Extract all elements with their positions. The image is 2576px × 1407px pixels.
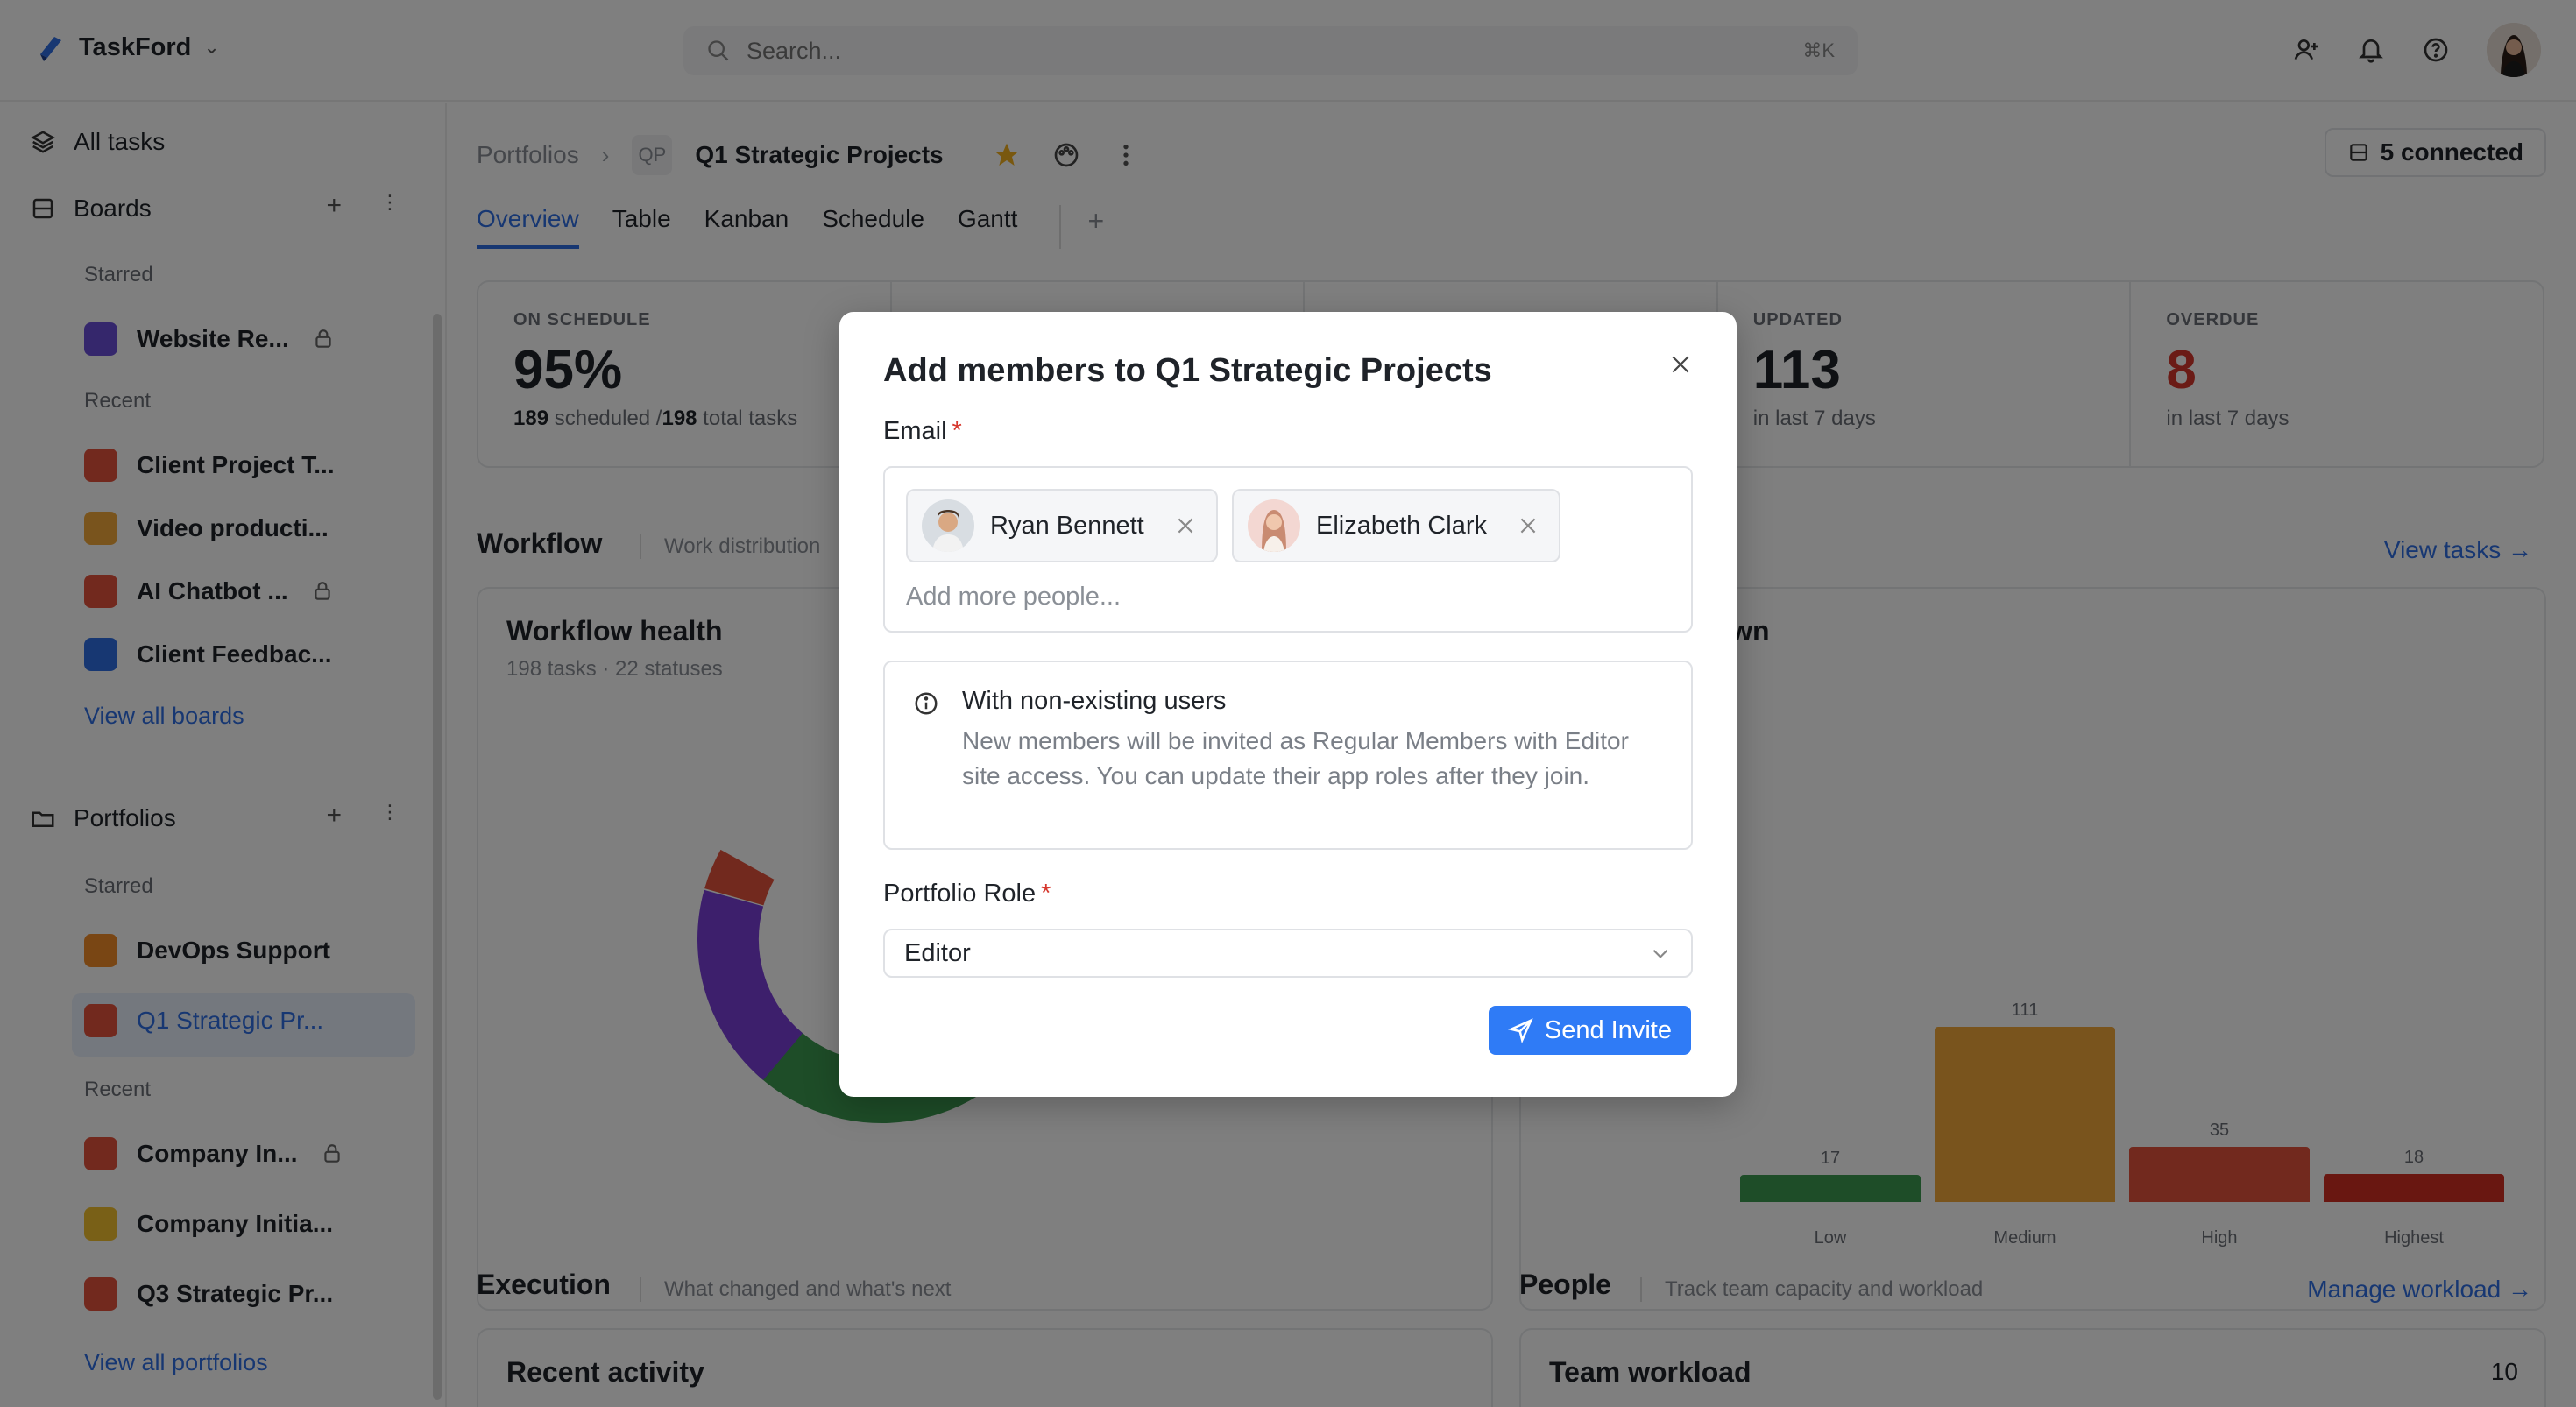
add-people-input[interactable] [906, 576, 1660, 617]
chevron-down-icon [1652, 949, 1668, 958]
chip-name: Ryan Bennett [990, 511, 1144, 540]
member-chip: Ryan Bennett [906, 489, 1218, 562]
info-title: With non-existing users [962, 687, 1227, 715]
selected-role: Editor [904, 938, 971, 967]
send-invite-button[interactable]: Send Invite [1488, 1006, 1691, 1055]
portfolio-role-select[interactable]: Editor [883, 929, 1693, 978]
avatar [1248, 499, 1300, 552]
portfolio-role-label: Portfolio Role * [883, 880, 1051, 908]
info-icon [915, 692, 938, 715]
dialog-title: Add members to Q1 Strategic Projects [883, 352, 1492, 389]
remove-chip-icon[interactable] [1517, 514, 1539, 537]
avatar [922, 499, 974, 552]
send-invite-label: Send Invite [1544, 1015, 1672, 1044]
close-button[interactable] [1660, 343, 1702, 385]
info-text: New members will be invited as Regular M… [962, 727, 1629, 789]
add-members-dialog: Add members to Q1 Strategic Projects Ema… [839, 312, 1737, 1097]
email-label: Email * [883, 417, 962, 445]
member-chip: Elizabeth Clark [1232, 489, 1561, 562]
close-icon [1672, 356, 1689, 373]
email-field[interactable]: Ryan Bennett Elizabeth Clark [883, 466, 1693, 633]
info-notice: With non-existing users New members will… [883, 661, 1693, 850]
send-icon [1507, 1018, 1533, 1043]
chip-name: Elizabeth Clark [1316, 511, 1488, 540]
remove-chip-icon[interactable] [1174, 514, 1197, 537]
